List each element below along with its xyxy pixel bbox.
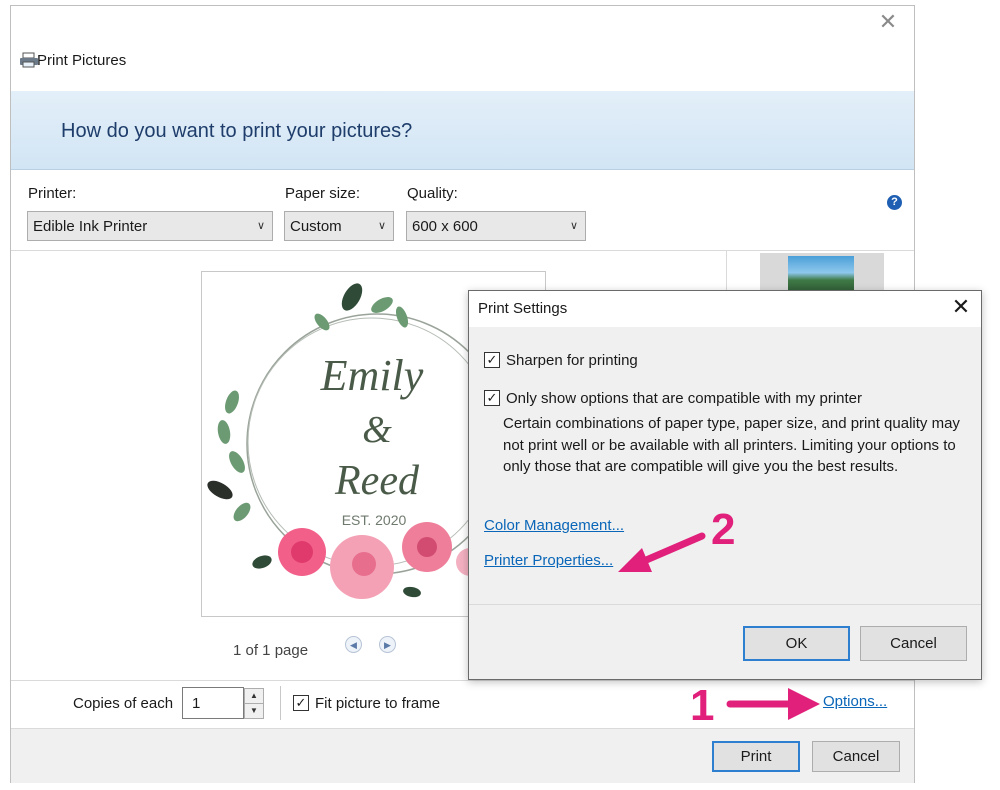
preview-est: EST. 2020 — [342, 512, 407, 528]
annotation-step-1: 1 — [690, 681, 715, 730]
page-title: How do you want to print your pictures? — [61, 120, 413, 142]
divider — [280, 686, 281, 720]
printer-label: Printer: — [28, 185, 77, 202]
next-page-button[interactable]: ▶ — [379, 636, 396, 653]
chevron-down-icon: ∨ — [377, 220, 386, 232]
copies-label: Copies of each — [73, 695, 174, 712]
picture-thumbnail[interactable] — [788, 256, 854, 293]
close-icon[interactable]: ✕ — [878, 11, 898, 33]
ok-button[interactable]: OK — [743, 626, 850, 661]
print-button[interactable]: Print — [712, 741, 800, 772]
quality-select-value: 600 x 600 — [412, 218, 478, 235]
dialog-cancel-button[interactable]: Cancel — [860, 626, 967, 661]
chevron-right-icon: ▶ — [384, 640, 391, 650]
window-title: Print Pictures — [37, 52, 127, 69]
copies-input[interactable]: 1 — [182, 687, 244, 719]
divider — [469, 604, 981, 605]
print-settings-dialog — [468, 290, 982, 680]
compatible-options-label: Only show options that are compatible wi… — [506, 390, 862, 407]
paper-size-select-value: Custom — [290, 218, 342, 235]
quality-label: Quality: — [407, 185, 458, 202]
quality-select[interactable]: 600 x 600 ∨ — [406, 211, 586, 241]
copies-decrement-button[interactable]: ▼ — [244, 703, 264, 719]
annotation-arrow-1 — [726, 688, 820, 720]
previous-page-button[interactable]: ◀ — [345, 636, 362, 653]
annotation-arrow-2 — [618, 532, 706, 572]
annotation-step-2: 2 — [711, 505, 736, 554]
dialog-title: Print Settings — [478, 300, 568, 317]
options-link[interactable]: Options... — [823, 693, 887, 710]
checkmark-icon: ✓ — [486, 352, 498, 367]
paper-size-select[interactable]: Custom ∨ — [284, 211, 394, 241]
cancel-button[interactable]: Cancel — [812, 741, 900, 772]
compatible-options-checkbox[interactable]: ✓ — [484, 390, 500, 406]
divider — [11, 250, 914, 251]
color-management-link[interactable]: Color Management... — [484, 517, 624, 534]
printer-select[interactable]: Edible Ink Printer ∨ — [27, 211, 273, 241]
printer-select-value: Edible Ink Printer — [33, 218, 148, 235]
paper-size-label: Paper size: — [285, 185, 361, 202]
printer-properties-link[interactable]: Printer Properties... — [484, 552, 613, 569]
close-icon[interactable]: ✕ — [950, 296, 972, 318]
compatibility-description: Certain combinations of paper type, pape… — [503, 415, 960, 476]
preview-name-1: Emily — [320, 351, 424, 400]
checkmark-icon: ✓ — [295, 695, 307, 710]
help-icon[interactable]: ? — [887, 195, 902, 210]
sharpen-label: Sharpen for printing — [506, 352, 638, 369]
checkmark-icon: ✓ — [486, 390, 498, 405]
fit-picture-label: Fit picture to frame — [315, 695, 441, 712]
sharpen-checkbox[interactable]: ✓ — [484, 352, 500, 368]
chevron-down-icon: ∨ — [256, 220, 265, 232]
preview-ampersand: & — [362, 409, 392, 451]
chevron-down-icon: ∨ — [569, 220, 578, 232]
copies-increment-button[interactable]: ▲ — [244, 688, 264, 704]
preview-name-2: Reed — [334, 458, 420, 504]
printer-icon — [20, 52, 38, 68]
page-counter: 1 of 1 page — [233, 642, 309, 659]
chevron-left-icon: ◀ — [350, 640, 357, 650]
fit-picture-checkbox[interactable]: ✓ — [293, 695, 309, 711]
